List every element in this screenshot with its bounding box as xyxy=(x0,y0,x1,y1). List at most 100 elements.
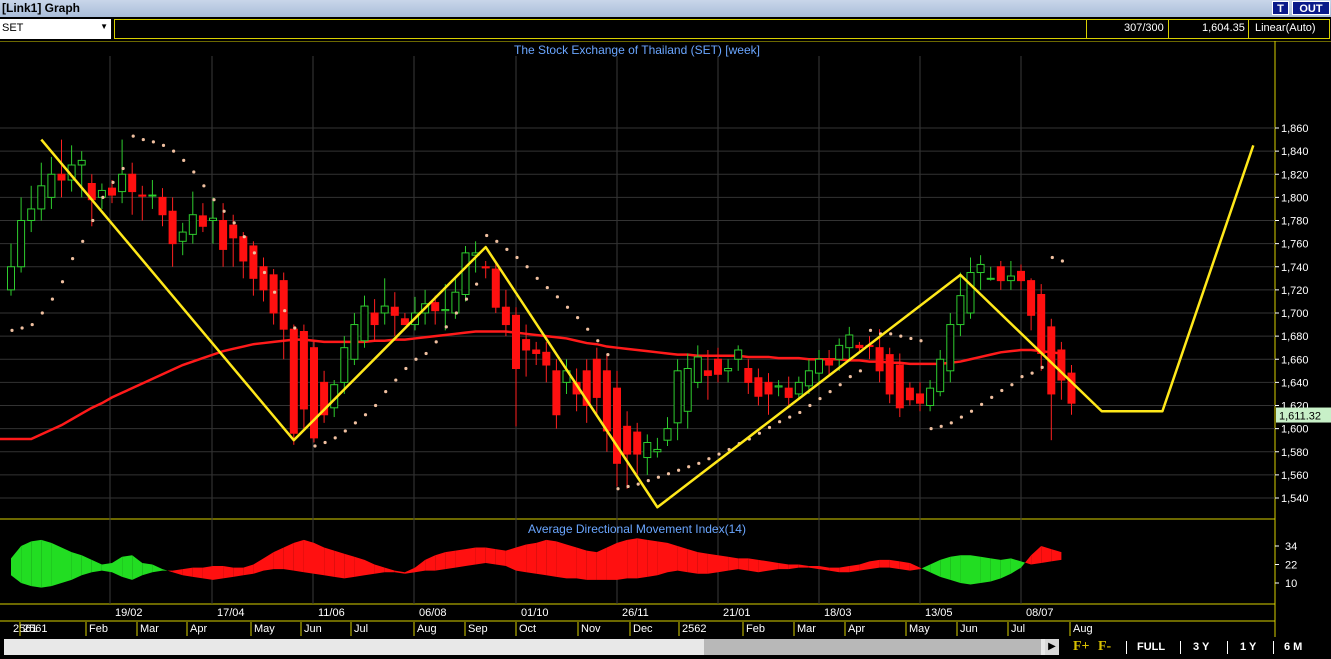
adx-fill xyxy=(647,539,658,577)
zoom-out-button[interactable]: F- xyxy=(1098,639,1111,655)
candle-body xyxy=(431,302,440,312)
adx-fill xyxy=(859,561,870,571)
sar-dot xyxy=(131,134,135,138)
divider xyxy=(1227,641,1228,654)
range-full-button[interactable]: FULL xyxy=(1137,641,1165,653)
last-price-label: 1,611.32 xyxy=(1279,411,1321,423)
sar-dot xyxy=(404,366,408,371)
month-label: Mar xyxy=(140,623,159,635)
candle-body xyxy=(623,425,632,455)
adx-fill xyxy=(808,566,819,570)
sar-dot xyxy=(91,218,95,223)
last-value: 1,604.35 xyxy=(1202,22,1245,34)
adx-fill xyxy=(172,569,183,576)
adx-fill xyxy=(435,552,446,571)
sar-dot xyxy=(81,239,85,243)
out-button[interactable]: OUT xyxy=(1292,1,1330,15)
sar-dot xyxy=(1010,383,1014,387)
adx-fill xyxy=(768,561,779,571)
candle-body xyxy=(299,331,308,410)
month-label: Mar xyxy=(797,623,816,635)
sar-dot xyxy=(707,457,711,461)
candle-body xyxy=(804,370,813,387)
adx-fill xyxy=(364,559,375,576)
sar-dot xyxy=(828,390,832,394)
sar-dot xyxy=(394,378,398,382)
candle-body xyxy=(613,387,621,464)
candle-body xyxy=(148,194,157,197)
date-label: 17/04 xyxy=(217,607,245,619)
month-label: Oct xyxy=(519,623,536,635)
adx-fill xyxy=(798,564,809,568)
adx-fill xyxy=(657,541,668,576)
month-label: Apr xyxy=(848,623,865,635)
adx-fill xyxy=(556,541,567,579)
range-3y-button[interactable]: 3 Y xyxy=(1193,641,1209,653)
sar-dot xyxy=(808,403,812,408)
chevron-down-icon[interactable]: ▼ xyxy=(100,22,108,31)
candle-body xyxy=(461,252,470,295)
candle-body xyxy=(774,385,783,388)
sar-dot xyxy=(778,420,782,424)
adx-fill xyxy=(253,558,264,574)
adx-fill xyxy=(738,558,749,571)
sar-dot xyxy=(1040,365,1044,369)
candle-body xyxy=(643,442,652,459)
month-label: 2562 xyxy=(682,623,706,635)
adx-fill xyxy=(889,559,900,570)
month-label: Nov xyxy=(581,623,601,635)
sar-dot xyxy=(50,297,55,301)
adx-fill xyxy=(455,549,466,568)
candle-body xyxy=(1027,280,1036,316)
month-label: Feb xyxy=(89,623,108,635)
sar-dot xyxy=(1030,371,1034,375)
adx-fill xyxy=(41,539,52,588)
adx-fill xyxy=(990,558,1001,582)
candle-body xyxy=(693,356,702,383)
zoom-in-button[interactable]: F+ xyxy=(1073,639,1090,655)
sar-dot xyxy=(939,424,943,428)
candle-body xyxy=(229,224,238,239)
month-label: May xyxy=(254,623,275,635)
candle-body xyxy=(714,358,722,375)
sar-dot xyxy=(555,295,560,299)
adx-fill xyxy=(960,555,971,585)
adx-fill xyxy=(324,547,335,577)
candle-body xyxy=(269,274,278,314)
candle-body xyxy=(7,266,15,291)
sar-dot xyxy=(858,369,863,373)
sar-dot xyxy=(969,409,974,413)
y-tick-label: 1,660 xyxy=(1281,354,1309,366)
adx-fill xyxy=(819,566,830,571)
candle-body xyxy=(47,173,56,198)
candle-body xyxy=(522,339,531,351)
adx-fill xyxy=(263,552,274,571)
candle-body xyxy=(491,268,500,308)
range-1y-button[interactable]: 1 Y xyxy=(1240,641,1256,653)
symbol-select[interactable]: SET ▼ xyxy=(0,19,111,39)
candle-body xyxy=(219,220,228,250)
t-button[interactable]: T xyxy=(1272,1,1289,15)
sar-dot xyxy=(565,305,570,309)
candle-body xyxy=(380,305,389,314)
sar-dot xyxy=(273,290,277,294)
candle-body xyxy=(794,381,803,395)
scale-mode[interactable]: Linear(Auto) xyxy=(1255,22,1316,34)
candle-body xyxy=(592,358,601,398)
sar-dot xyxy=(242,235,246,239)
candle-body xyxy=(209,217,217,221)
candle-body xyxy=(724,368,733,372)
adx-fill xyxy=(61,547,72,583)
adx-fill xyxy=(465,547,476,567)
adx-fill xyxy=(950,555,961,583)
scrollbar-thumb[interactable] xyxy=(704,639,1041,655)
range-6m-button[interactable]: 6 M xyxy=(1284,641,1302,653)
adx-fill xyxy=(728,556,739,571)
adx-fill xyxy=(909,562,920,571)
scroll-right-arrow-icon[interactable]: ▶ xyxy=(1045,639,1059,655)
candle-body xyxy=(946,324,955,372)
sar-dot xyxy=(980,402,984,406)
sar-dot xyxy=(252,251,256,255)
month-label: Aug xyxy=(1073,623,1093,635)
window-title-bar: [Link1] Graph T OUT xyxy=(0,0,1331,17)
